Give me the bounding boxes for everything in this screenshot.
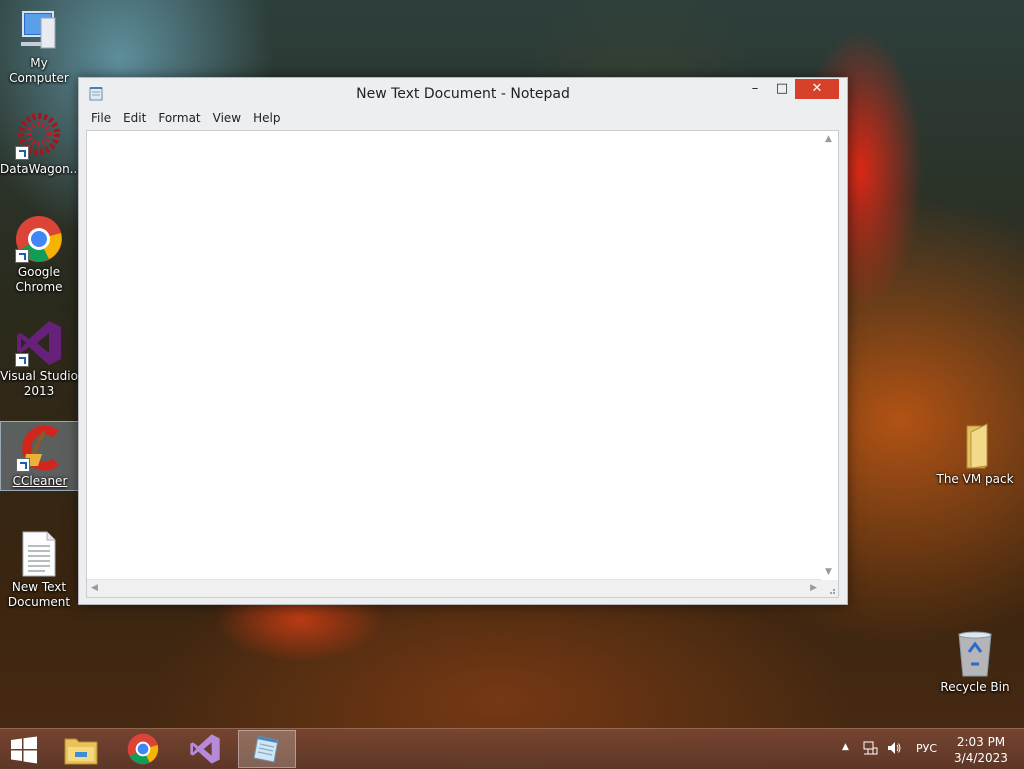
- shortcut-arrow-icon: [16, 458, 30, 472]
- taskbar-file-explorer[interactable]: [52, 730, 110, 768]
- volume-icon[interactable]: [886, 740, 902, 759]
- maximize-button[interactable]: □: [769, 79, 795, 99]
- scroll-right-icon[interactable]: ▶: [810, 583, 817, 593]
- clock[interactable]: 2:03 PM 3/4/2023: [951, 734, 1011, 766]
- menu-help[interactable]: Help: [247, 109, 286, 128]
- icon-label: DataWagon...: [0, 162, 82, 176]
- menu-format[interactable]: Format: [152, 109, 206, 128]
- clock-date: 3/4/2023: [954, 751, 1008, 765]
- icon-label: Recycle Bin: [940, 680, 1010, 694]
- text-file-icon: [15, 530, 63, 578]
- clock-time: 2:03 PM: [956, 735, 1006, 749]
- desktop-icon-vm-pack-folder[interactable]: The VM pack: [936, 422, 1014, 487]
- chrome-icon: [15, 215, 63, 263]
- menu-view[interactable]: View: [207, 109, 247, 128]
- recycle-bin-icon: [951, 630, 999, 678]
- desktop-icon-new-text-document[interactable]: New Text Document: [0, 530, 78, 610]
- start-button[interactable]: [0, 730, 48, 768]
- visual-studio-icon: [15, 319, 63, 367]
- shortcut-arrow-icon: [15, 353, 29, 367]
- editor-area: ▲ ▼ ◀ ▶: [86, 130, 839, 598]
- scroll-up-icon[interactable]: ▲: [825, 134, 832, 144]
- shortcut-arrow-icon: [15, 249, 29, 263]
- icon-label: Google Chrome: [15, 265, 63, 294]
- icon-label: Visual Studio 2013: [0, 369, 78, 398]
- notepad-window: New Text Document - Notepad – □ ✕ File Ed…: [78, 77, 848, 605]
- file-explorer-icon: [64, 738, 98, 765]
- chrome-icon: [127, 733, 159, 765]
- desktop-icon-ccleaner[interactable]: CCleaner: [0, 421, 80, 491]
- network-icon[interactable]: [862, 740, 878, 759]
- datawagon-icon: [15, 112, 63, 160]
- show-hidden-icons-icon[interactable]: ▲: [842, 742, 849, 752]
- title-bar[interactable]: New Text Document - Notepad – □ ✕: [79, 78, 847, 108]
- window-title: New Text Document - Notepad: [356, 86, 570, 102]
- computer-icon: [15, 8, 63, 54]
- taskbar-visual-studio[interactable]: [176, 730, 234, 768]
- desktop-icon-google-chrome[interactable]: Google Chrome: [0, 215, 78, 295]
- close-button[interactable]: ✕: [795, 79, 839, 99]
- minimize-button[interactable]: –: [742, 79, 768, 99]
- icon-label: The VM pack: [936, 472, 1014, 486]
- horizontal-scrollbar[interactable]: ◀ ▶: [87, 579, 821, 597]
- visual-studio-icon: [190, 734, 220, 764]
- scroll-down-icon[interactable]: ▼: [825, 567, 832, 577]
- desktop-icon-my-computer[interactable]: My Computer: [0, 8, 78, 86]
- language-indicator[interactable]: РУС: [916, 742, 937, 755]
- desktop-icon-recycle-bin[interactable]: Recycle Bin: [936, 630, 1014, 695]
- icon-label: My Computer: [9, 56, 69, 85]
- icon-label: New Text Document: [7, 580, 71, 609]
- notepad-icon: [253, 735, 279, 763]
- menu-edit[interactable]: Edit: [117, 109, 152, 128]
- desktop-icon-datawagon[interactable]: DataWagon...: [0, 112, 82, 177]
- shortcut-arrow-icon: [15, 146, 29, 160]
- taskbar-chrome[interactable]: [114, 730, 172, 768]
- taskbar-notepad[interactable]: [238, 730, 296, 768]
- resize-grip-icon[interactable]: [821, 580, 838, 597]
- taskbar: ▲ РУС 2:03 PM 3/4/2023: [0, 728, 1024, 769]
- folder-icon: [951, 422, 999, 470]
- system-tray: ▲ РУС: [838, 729, 948, 769]
- vertical-scrollbar[interactable]: ▲ ▼: [821, 131, 838, 580]
- menu-file[interactable]: File: [85, 109, 117, 128]
- ccleaner-icon: [16, 424, 64, 472]
- text-editor[interactable]: [87, 131, 821, 579]
- menu-bar: File Edit Format View Help: [85, 109, 286, 129]
- scroll-left-icon[interactable]: ◀: [91, 583, 98, 593]
- desktop-icon-visual-studio[interactable]: Visual Studio 2013: [0, 319, 78, 399]
- icon-label: CCleaner: [12, 474, 68, 488]
- start-icon: [11, 736, 37, 764]
